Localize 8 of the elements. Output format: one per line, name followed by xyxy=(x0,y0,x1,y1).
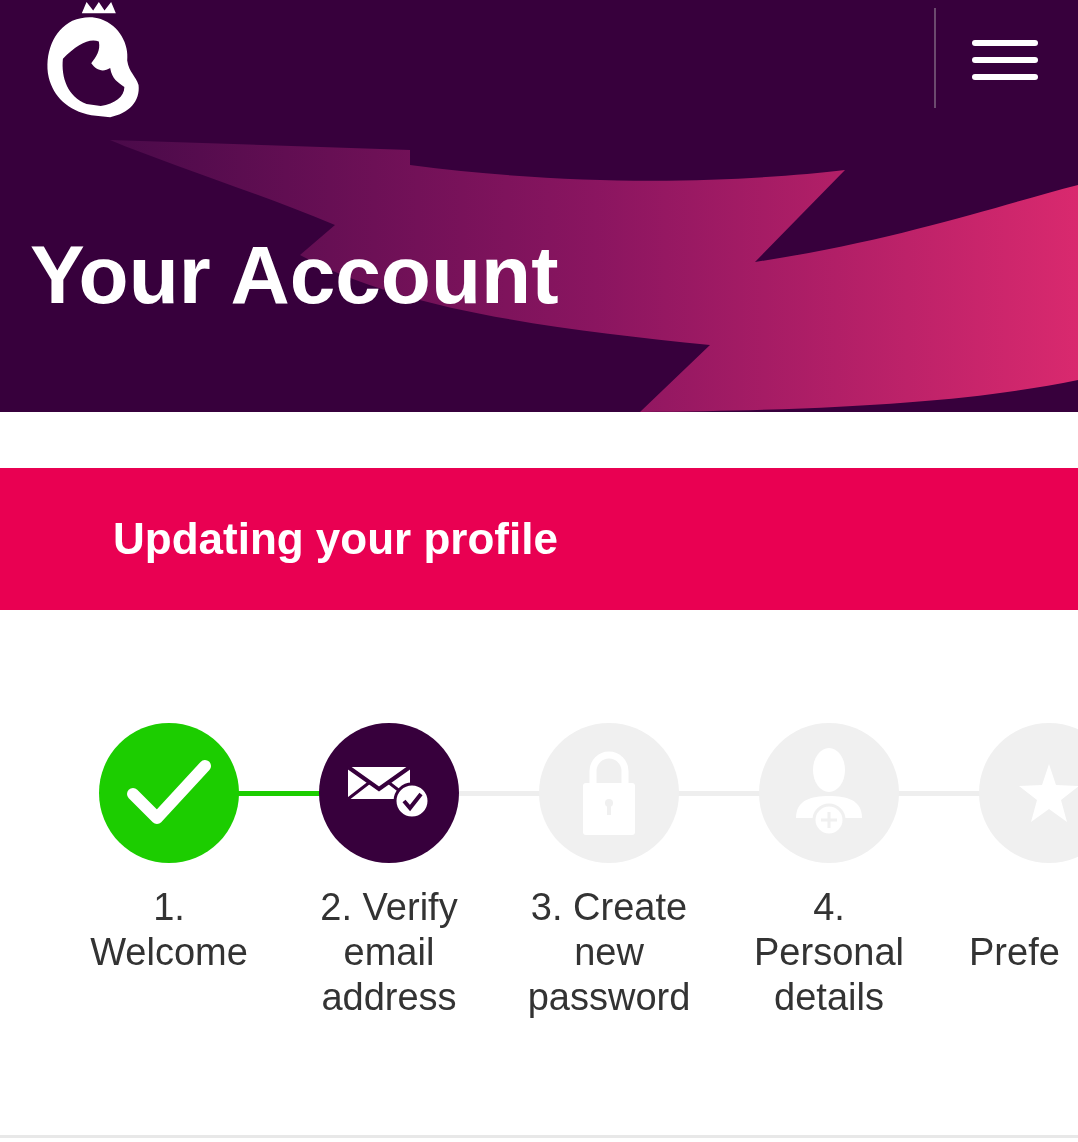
menu-icon[interactable] xyxy=(972,40,1040,80)
step-label: 3. Create new password xyxy=(527,885,691,1020)
page-title: Your Account xyxy=(30,228,559,322)
step-label: 1. Welcome xyxy=(90,885,248,975)
step-label: Prefe xyxy=(969,930,1060,975)
banner-title: Updating your profile xyxy=(113,514,558,564)
step-label: 2. Verify email address xyxy=(320,885,458,1020)
step-label: 4. Personal details xyxy=(754,885,904,1020)
